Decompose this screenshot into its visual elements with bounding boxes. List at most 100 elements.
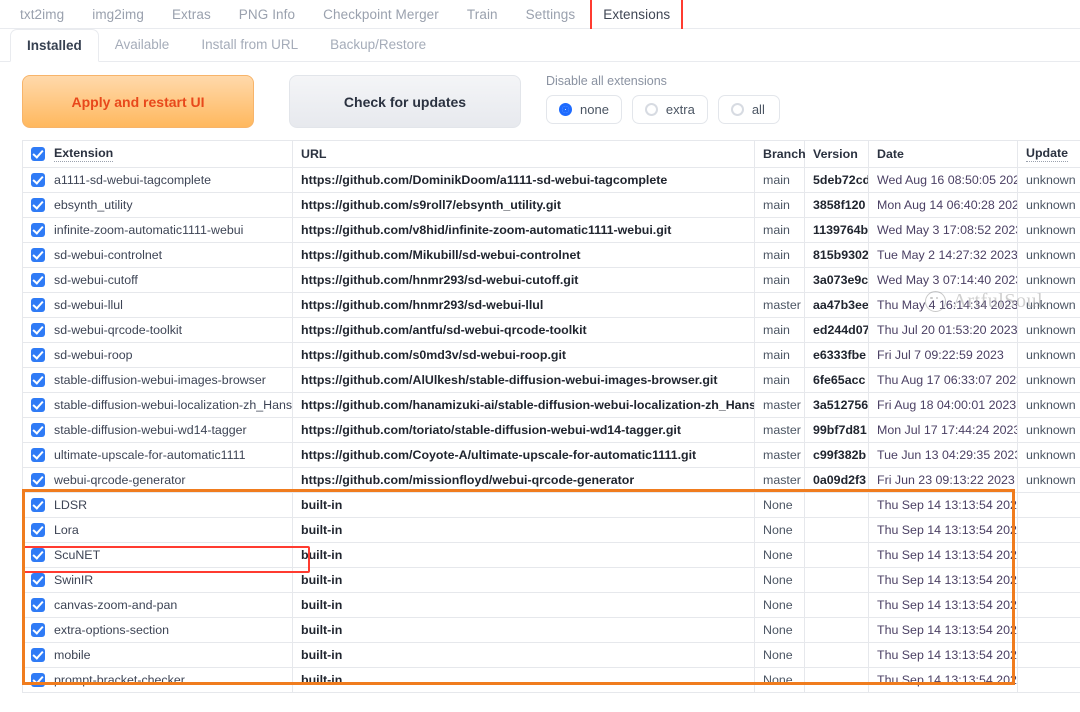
url-text[interactable]: built-in	[301, 573, 342, 587]
cell-version: aa47b3ee	[804, 292, 869, 318]
main-tab-train[interactable]: Train	[453, 4, 512, 29]
disable-radio-none[interactable]: none	[546, 94, 622, 124]
url-text[interactable]: https://github.com/v8hid/infinite-zoom-a…	[301, 223, 671, 237]
cell-date: Mon Aug 14 06:40:28 2023	[868, 192, 1018, 218]
url-text[interactable]: built-in	[301, 673, 342, 687]
cell-date: Wed May 3 07:14:40 2023	[868, 267, 1018, 293]
table-row: mobile built-in None Thu Sep 14 13:13:54 20…	[22, 642, 1080, 668]
select-all-checkbox[interactable]	[31, 147, 45, 161]
main-tab-txt2img[interactable]: txt2img	[6, 4, 78, 29]
url-text[interactable]: https://github.com/antfu/sd-webui-qrcode…	[301, 323, 587, 337]
extension-enabled-checkbox[interactable]	[31, 323, 45, 337]
cell-url: built-in	[292, 567, 755, 593]
extension-enabled-checkbox[interactable]	[31, 173, 45, 187]
main-tab-checkpoint-merger[interactable]: Checkpoint Merger	[309, 4, 453, 29]
extension-enabled-checkbox[interactable]	[31, 423, 45, 437]
extension-enabled-checkbox[interactable]	[31, 648, 45, 662]
extension-enabled-checkbox[interactable]	[31, 473, 45, 487]
table-row: a1111-sd-webui-tagcomplete https://github…	[22, 167, 1080, 193]
url-text[interactable]: https://github.com/DominikDoom/a1111-sd-…	[301, 173, 667, 187]
url-text[interactable]: https://github.com/hanamizuki-ai/stable-…	[301, 398, 754, 412]
cell-name: stable-diffusion-webui-images-browser	[22, 367, 293, 393]
disable-all-extensions-label: Disable all extensions	[546, 74, 667, 88]
column-header-date[interactable]: Date	[868, 140, 1018, 168]
sub-tab-installed[interactable]: Installed	[10, 29, 99, 62]
branch-text: master	[763, 398, 801, 412]
extension-enabled-checkbox[interactable]	[31, 248, 45, 262]
extension-enabled-checkbox[interactable]	[31, 673, 45, 687]
extension-enabled-checkbox[interactable]	[31, 448, 45, 462]
cell-url: https://github.com/hnmr293/sd-webui-llul	[292, 292, 755, 318]
extension-enabled-checkbox[interactable]	[31, 198, 45, 212]
column-header-version[interactable]: Version	[804, 140, 869, 168]
url-text[interactable]: https://github.com/AlUlkesh/stable-diffu…	[301, 373, 718, 387]
url-text[interactable]: https://github.com/s0md3v/sd-webui-roop.…	[301, 348, 566, 362]
column-header-url[interactable]: URL	[292, 140, 755, 168]
extension-enabled-checkbox[interactable]	[31, 298, 45, 312]
sub-tab-install-from-url[interactable]: Install from URL	[185, 29, 314, 61]
main-tab-settings[interactable]: Settings	[512, 4, 590, 29]
url-text[interactable]: built-in	[301, 523, 342, 537]
branch-text: None	[763, 648, 793, 662]
extension-name: ultimate-upscale-for-automatic1111	[54, 448, 246, 462]
url-text[interactable]: https://github.com/Coyote-A/ultimate-ups…	[301, 448, 696, 462]
extension-enabled-checkbox[interactable]	[31, 223, 45, 237]
url-text[interactable]: https://github.com/toriato/stable-diffus…	[301, 423, 681, 437]
extension-enabled-checkbox[interactable]	[31, 273, 45, 287]
disable-radio-all[interactable]: all	[717, 94, 780, 124]
extension-enabled-checkbox[interactable]	[31, 398, 45, 412]
url-text[interactable]: https://github.com/s9roll7/ebsynth_utili…	[301, 198, 561, 212]
cell-version: 3a512756	[804, 392, 869, 418]
table-row: infinite-zoom-automatic1111-webui https:/…	[22, 217, 1080, 243]
main-tab-extras[interactable]: Extras	[158, 4, 225, 29]
url-text[interactable]: https://github.com/missionfloyd/webui-qr…	[301, 473, 634, 487]
main-tab-img2img[interactable]: img2img	[78, 4, 158, 29]
cell-version: ed244d07	[804, 317, 869, 343]
url-text[interactable]: built-in	[301, 548, 342, 562]
column-header-branch[interactable]: Branch	[754, 140, 806, 168]
extension-name: ScuNET	[54, 548, 101, 562]
table-row: stable-diffusion-webui-images-browser htt…	[22, 367, 1080, 393]
extension-enabled-checkbox[interactable]	[31, 348, 45, 362]
cell-branch: None	[754, 542, 805, 568]
apply-and-restart-ui-button[interactable]: Apply and restart UI	[22, 75, 254, 128]
extension-enabled-checkbox[interactable]	[31, 498, 45, 512]
extension-enabled-checkbox[interactable]	[31, 373, 45, 387]
extension-name: extra-options-section	[54, 623, 170, 637]
url-text[interactable]: built-in	[301, 648, 342, 662]
url-text[interactable]: built-in	[301, 498, 342, 512]
table-row: sd-webui-llul https://github.com/hnmr293/…	[22, 292, 1080, 318]
extension-name: infinite-zoom-automatic1111-webui	[54, 223, 244, 237]
cell-update: unknown	[1017, 192, 1080, 218]
url-text[interactable]: https://github.com/Mikubill/sd-webui-con…	[301, 248, 580, 262]
extension-enabled-checkbox[interactable]	[31, 598, 45, 612]
branch-text: None	[763, 498, 793, 512]
branch-text: main	[763, 248, 790, 262]
check-for-updates-button[interactable]: Check for updates	[289, 75, 521, 128]
url-text[interactable]: built-in	[301, 623, 342, 637]
extension-enabled-checkbox[interactable]	[31, 573, 45, 587]
sub-tab-available[interactable]: Available	[99, 29, 186, 61]
version-text: 3a512756	[813, 398, 869, 412]
cell-branch: None	[754, 667, 805, 693]
extension-enabled-checkbox[interactable]	[31, 623, 45, 637]
url-text[interactable]: built-in	[301, 598, 342, 612]
column-header-update[interactable]: Update	[1017, 140, 1080, 168]
column-header-extension[interactable]: Extension	[22, 140, 293, 168]
disable-radio-extra[interactable]: extra	[631, 94, 708, 124]
date-text: Mon Jul 17 17:44:24 2023	[877, 423, 1018, 437]
url-text[interactable]: https://github.com/hnmr293/sd-webui-llul	[301, 298, 543, 312]
date-text: Fri Aug 18 04:00:01 2023	[877, 398, 1017, 412]
cell-branch: main	[754, 217, 805, 243]
extension-enabled-checkbox[interactable]	[31, 548, 45, 562]
main-tab-png-info[interactable]: PNG Info	[225, 4, 309, 29]
url-text[interactable]: https://github.com/hnmr293/sd-webui-cuto…	[301, 273, 578, 287]
sub-tab-backup-restore[interactable]: Backup/Restore	[314, 29, 442, 61]
cell-name: ultimate-upscale-for-automatic1111	[22, 442, 293, 468]
date-text: Tue Jun 13 04:29:35 2023	[877, 448, 1018, 462]
cell-name: canvas-zoom-and-pan	[22, 592, 293, 618]
branch-text: None	[763, 573, 793, 587]
radio-dot-icon	[644, 102, 658, 116]
extension-enabled-checkbox[interactable]	[31, 523, 45, 537]
main-tab-extensions[interactable]: Extensions	[589, 0, 684, 35]
